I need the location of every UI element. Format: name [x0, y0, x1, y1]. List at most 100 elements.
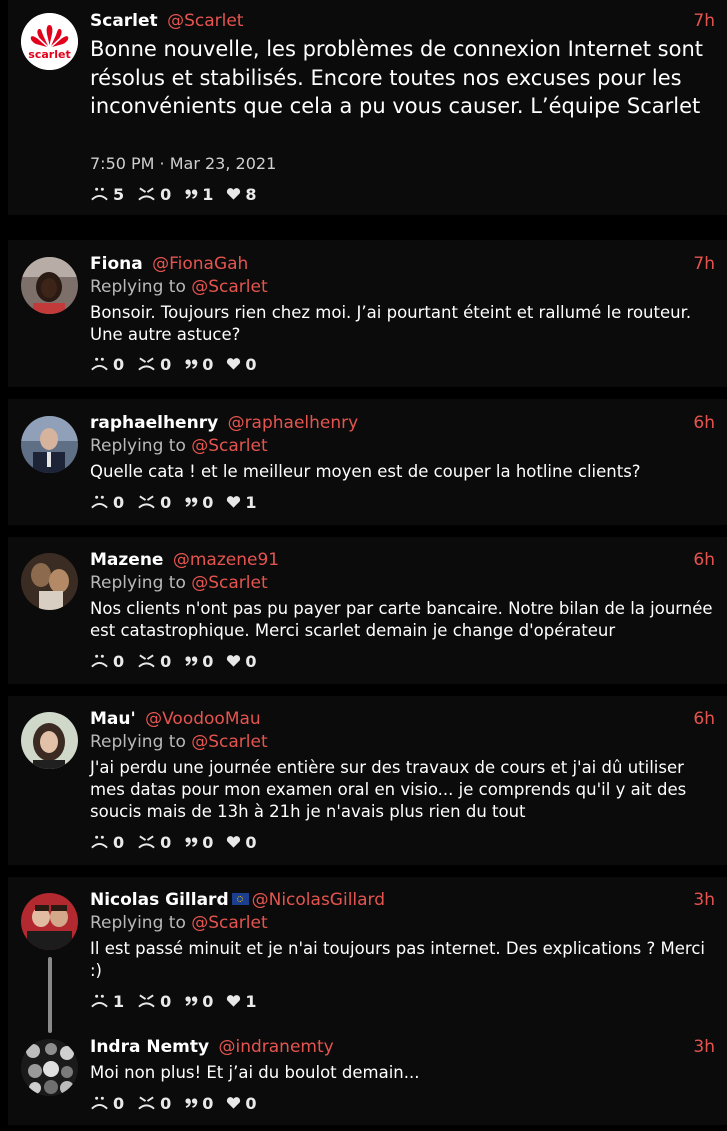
like-button[interactable]: 0 [226, 832, 257, 852]
reply-card[interactable]: raphaelhenry @raphaelhenry 6h Replying t… [8, 399, 727, 525]
sad-reaction-button[interactable]: 1 [90, 992, 124, 1011]
tweet-actions: 5 0 1 8 [90, 183, 270, 205]
author-handle[interactable]: @VoodooMau [145, 709, 261, 729]
angry-reaction-button[interactable]: 0 [137, 493, 171, 512]
tweet-time[interactable]: 6h [693, 411, 715, 435]
angry-reaction-button[interactable]: 0 [137, 992, 171, 1011]
sad-reaction-button[interactable]: 0 [90, 355, 124, 374]
sad-count: 5 [113, 184, 125, 204]
reply-card[interactable]: Mazene @mazene91 6h Replying to @Scarlet… [8, 537, 727, 684]
angry-reaction-button[interactable]: 0 [137, 185, 171, 204]
quote-button[interactable]: 0 [184, 652, 213, 671]
tweet-time[interactable]: 7h [693, 252, 715, 276]
author-name[interactable]: Nicolas Gillard [90, 890, 229, 910]
quote-button[interactable]: 0 [184, 355, 213, 374]
sad-reaction-button[interactable]: 0 [90, 652, 124, 671]
reply-card[interactable]: Fiona @FionaGah 7h Replying to @Scarlet … [8, 240, 727, 387]
quote-button[interactable]: 0 [184, 992, 213, 1011]
tweet-time[interactable]: 6h [693, 707, 715, 731]
like-button[interactable]: 8 [226, 185, 257, 204]
replying-to-handle[interactable]: @Scarlet [191, 913, 267, 933]
angry-count: 0 [160, 651, 172, 671]
tweet-time[interactable]: 3h [693, 888, 715, 912]
replying-to-label: Replying to [90, 573, 186, 593]
author-name[interactable]: raphaelhenry [90, 413, 218, 433]
author-name[interactable]: Mau' [90, 709, 136, 729]
angry-reaction-button[interactable]: 0 [137, 652, 171, 671]
replying-to: Replying to @Scarlet [90, 275, 268, 299]
angry-count: 0 [160, 354, 172, 374]
avatar[interactable] [21, 712, 78, 769]
sad-reaction-button[interactable]: 0 [90, 493, 124, 512]
author-name[interactable]: Indra Nemty [90, 1037, 209, 1057]
tweet-time[interactable]: 6h [693, 548, 715, 572]
replying-to-handle[interactable]: @Scarlet [191, 573, 267, 593]
angry-face-icon [137, 186, 156, 202]
angry-reaction-button[interactable]: 0 [137, 355, 171, 374]
tweet-time[interactable]: 3h [693, 1035, 715, 1059]
quote-button[interactable]: 1 [184, 185, 213, 204]
sad-reaction-button[interactable]: 0 [90, 833, 124, 852]
quote-button[interactable]: 0 [184, 833, 213, 852]
angry-face-icon [137, 494, 156, 510]
author-handle[interactable]: @indranemty [218, 1037, 333, 1057]
angry-reaction-button[interactable]: 0 [137, 833, 171, 852]
sad-face-icon [90, 653, 109, 669]
avatar[interactable] [21, 893, 78, 950]
tweet-text: Bonsoir. Toujours rien chez moi. J’ai po… [90, 303, 692, 344]
avatar[interactable] [21, 1039, 78, 1096]
reply-post[interactable]: Nicolas Gillard @NicolasGillard 3h Replyi… [8, 877, 727, 1022]
quote-button[interactable]: 0 [184, 493, 213, 512]
angry-face-icon [137, 1095, 156, 1111]
author-handle[interactable]: @mazene91 [173, 550, 279, 570]
eu-flag-icon [231, 892, 249, 905]
replying-to-handle[interactable]: @Scarlet [191, 277, 267, 297]
like-button[interactable]: 0 [226, 652, 257, 671]
tweet-text: Bonne nouvelle, les problèmes de connexi… [90, 37, 703, 118]
author-handle[interactable]: @Scarlet [167, 11, 243, 31]
tweet-header: Mau' @VoodooMau 6h [90, 707, 715, 731]
scarlet-logo-avatar[interactable]: scarlet [21, 13, 78, 70]
heart-icon [226, 835, 241, 849]
sad-reaction-button[interactable]: 5 [90, 185, 124, 204]
like-count: 0 [245, 832, 257, 852]
like-button[interactable]: 1 [226, 991, 257, 1011]
avatar[interactable] [21, 553, 78, 610]
reply-post[interactable]: Indra Nemty @indranemty 3h Moi non plus!… [8, 1025, 727, 1125]
angry-count: 0 [160, 184, 172, 204]
author-handle[interactable]: @FionaGah [152, 254, 248, 274]
quote-icon [184, 994, 198, 1008]
author-handle[interactable]: @raphaelhenry [228, 413, 359, 433]
tweet-timestamp[interactable]: 7:50 PM · Mar 23, 2021 [90, 153, 276, 175]
author-name[interactable]: Scarlet [90, 11, 158, 31]
quote-icon [184, 654, 198, 668]
main-tweet-card[interactable]: scarlet Scarlet @Scarlet 7h Bonne nouvel… [8, 0, 727, 215]
tweet-header: Nicolas Gillard @NicolasGillard 3h [90, 888, 715, 912]
angry-reaction-button[interactable]: 0 [137, 1094, 171, 1113]
like-button[interactable]: 0 [226, 1094, 257, 1113]
like-button[interactable]: 0 [226, 355, 257, 374]
tweet-time[interactable]: 7h [693, 9, 715, 33]
quote-count: 0 [202, 1093, 214, 1113]
reply-card[interactable]: Mau' @VoodooMau 6h Replying to @Scarlet … [8, 696, 727, 865]
thread-card[interactable]: Nicolas Gillard @NicolasGillard 3h Replyi… [8, 877, 727, 1125]
replying-to-handle[interactable]: @Scarlet [191, 436, 267, 456]
angry-face-icon [137, 993, 156, 1009]
avatar[interactable] [21, 416, 78, 473]
sad-count: 0 [113, 832, 125, 852]
quote-icon [184, 1096, 198, 1110]
replying-to-handle[interactable]: @Scarlet [191, 732, 267, 752]
like-button[interactable]: 1 [226, 493, 257, 512]
angry-count: 0 [160, 492, 172, 512]
replying-to: Replying to @Scarlet [90, 730, 268, 754]
avatar[interactable] [21, 257, 78, 314]
sad-reaction-button[interactable]: 0 [90, 1094, 124, 1113]
author-handle[interactable]: @NicolasGillard [252, 890, 385, 910]
replying-to: Replying to @Scarlet [90, 434, 268, 458]
like-count: 1 [245, 991, 257, 1011]
author-name[interactable]: Mazene [90, 550, 163, 570]
tweet-text: Quelle cata ! et le meilleur moyen est d… [90, 462, 641, 481]
quote-button[interactable]: 0 [184, 1094, 213, 1113]
quote-count: 1 [202, 184, 214, 204]
author-name[interactable]: Fiona [90, 254, 143, 274]
